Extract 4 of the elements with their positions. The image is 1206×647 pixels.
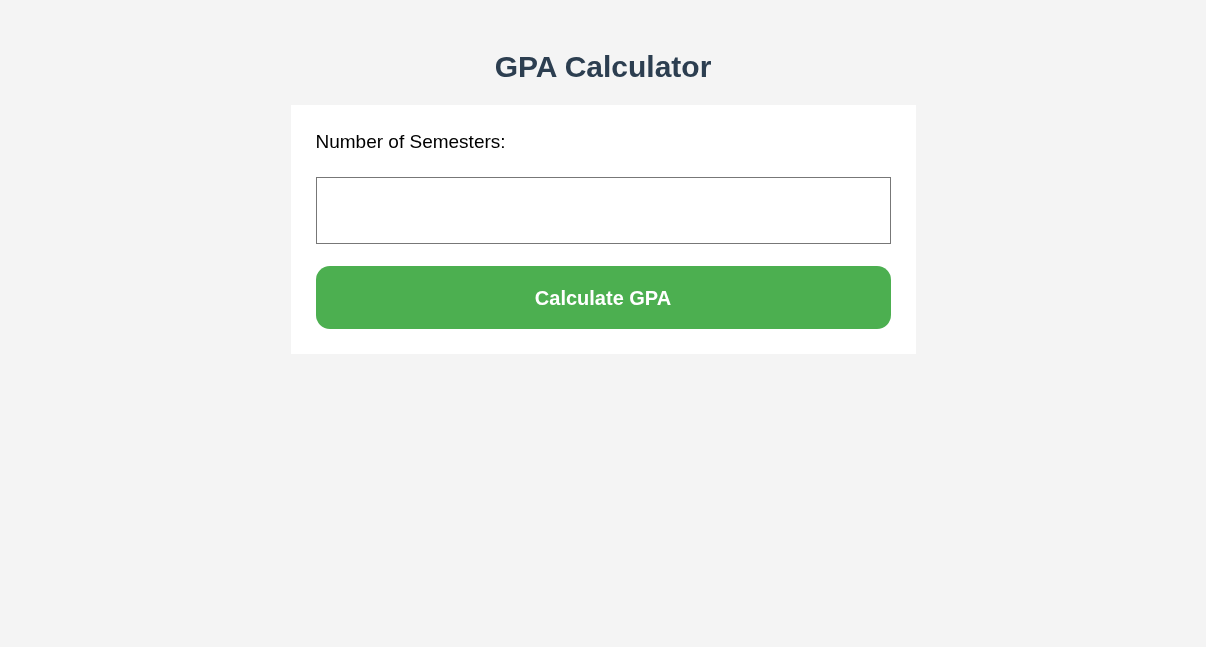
input-field[interactable] xyxy=(315,177,891,244)
field-label: Number of Semesters: xyxy=(315,131,506,153)
calculate-button[interactable]: Calculate GPA xyxy=(315,266,891,329)
page-title: GPA Calculator xyxy=(494,49,712,85)
